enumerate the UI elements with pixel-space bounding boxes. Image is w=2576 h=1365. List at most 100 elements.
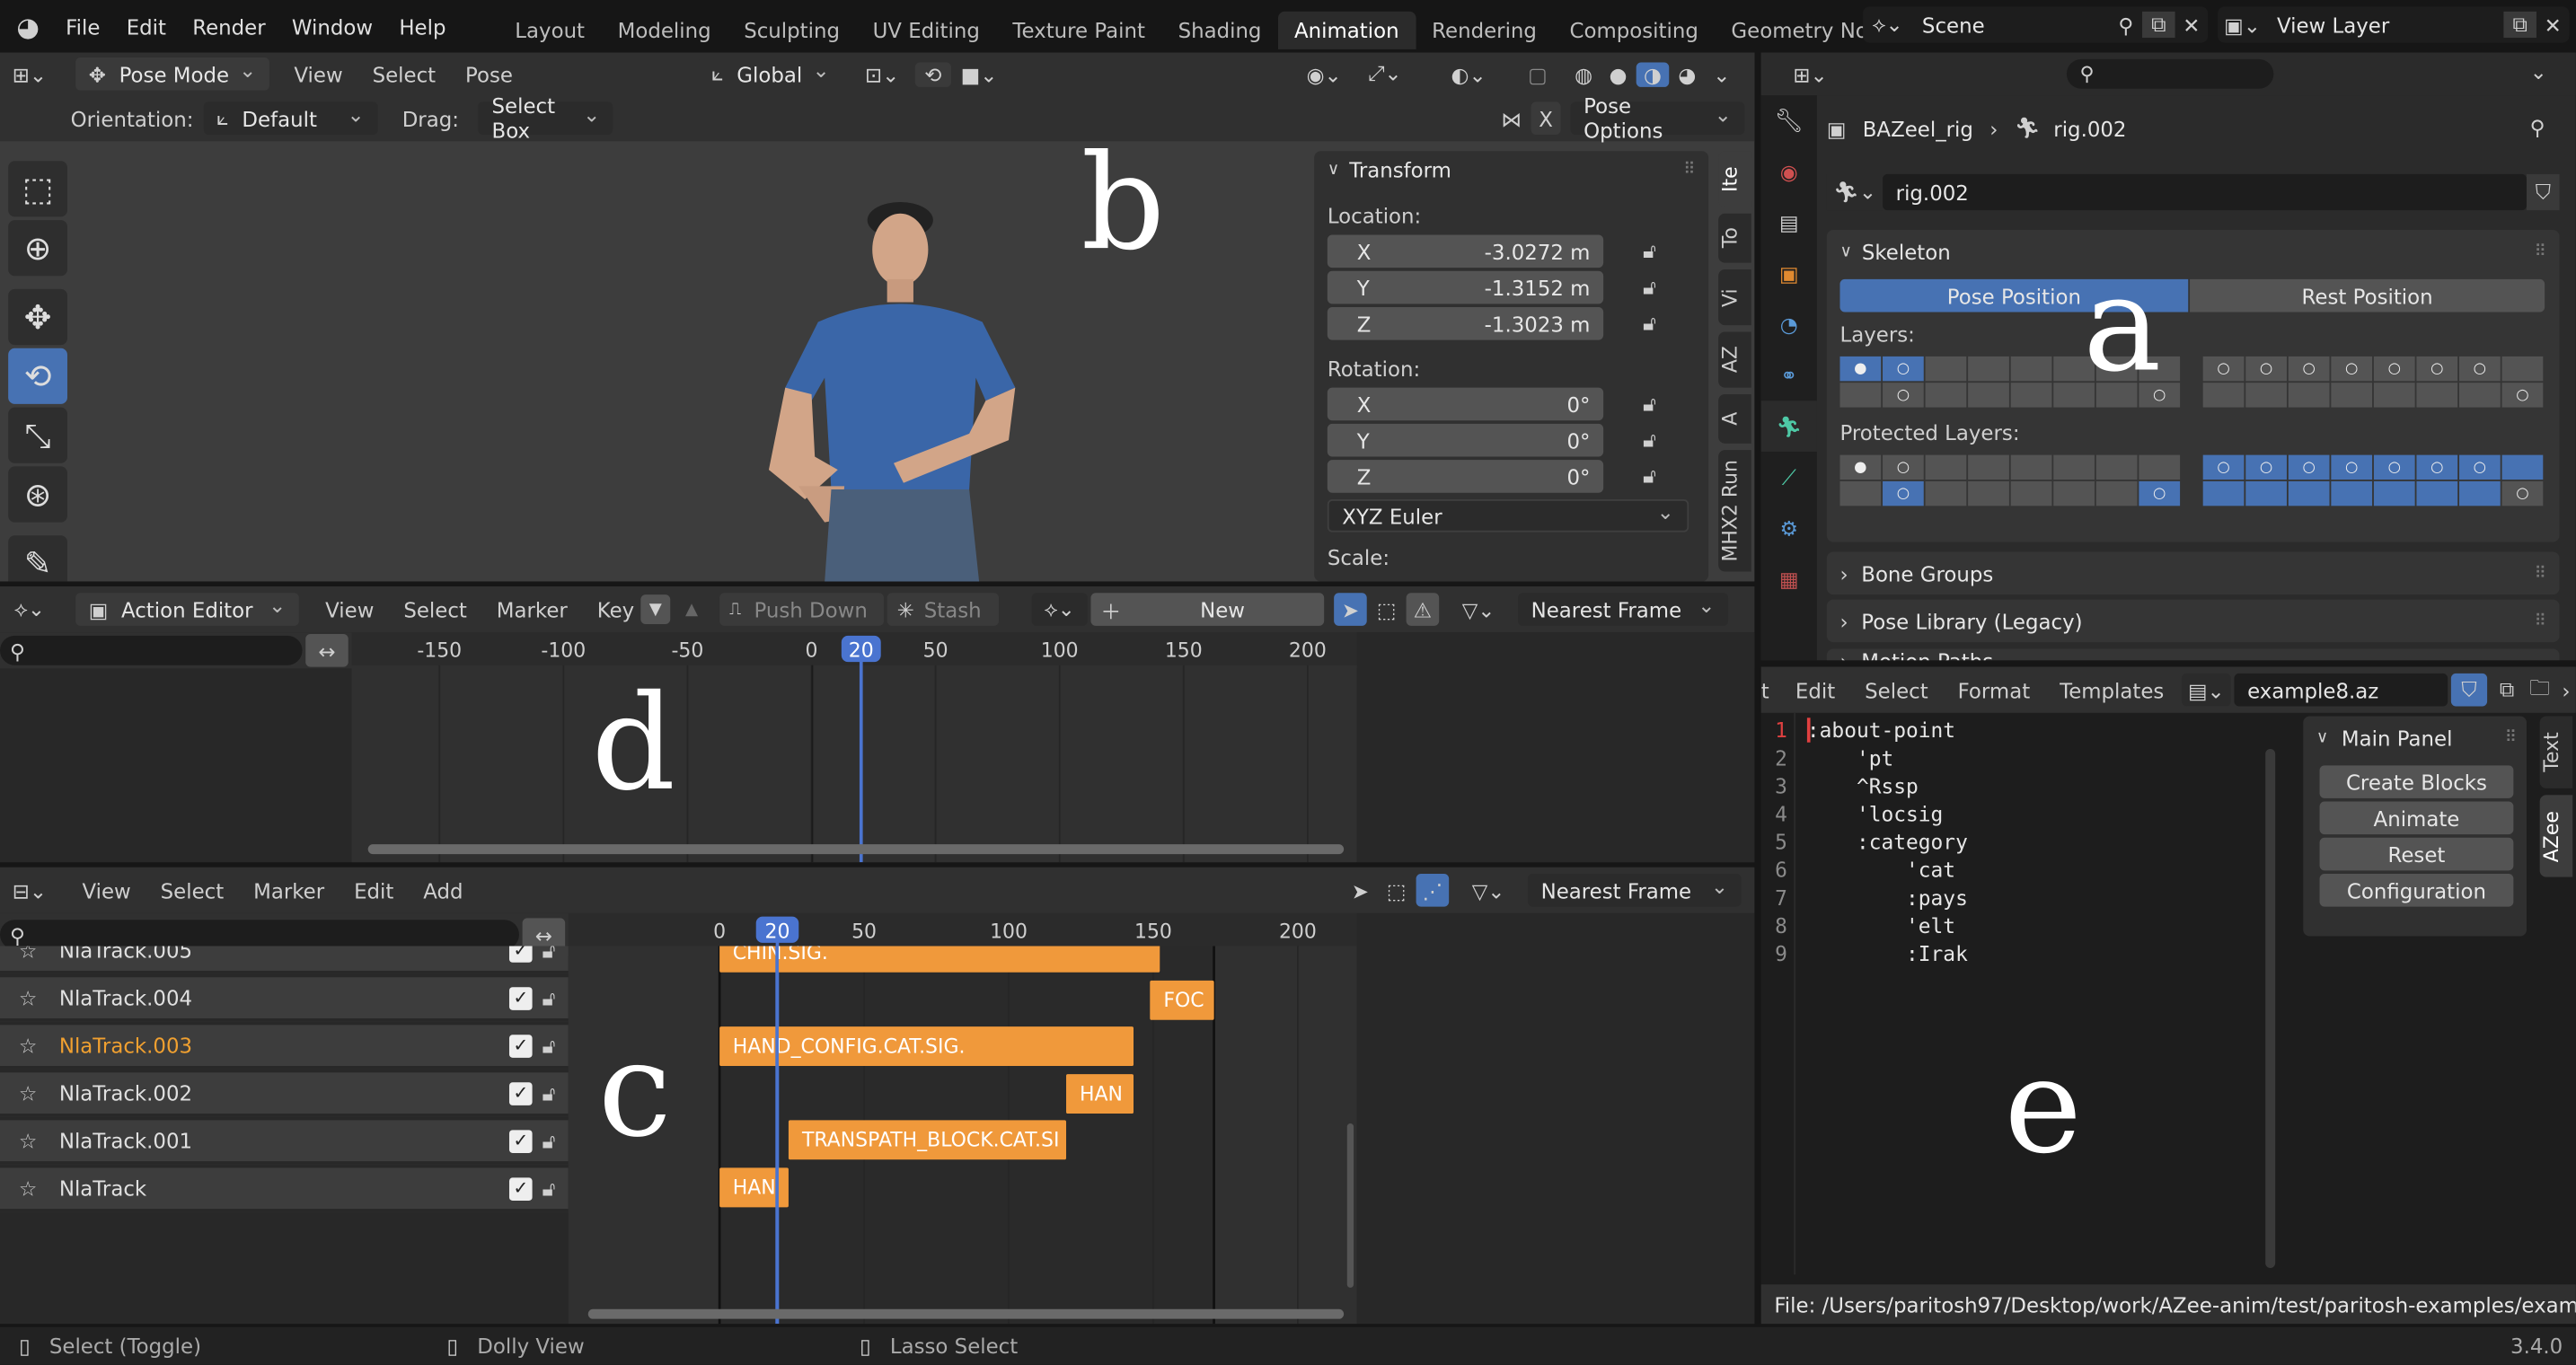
swap-icon[interactable]: ↔ [305, 633, 348, 667]
pose-options-dropdown[interactable]: Pose Options [1570, 93, 1745, 143]
texture-tab-icon[interactable]: ▦ [1761, 553, 1817, 604]
menu-text[interactable]: t [1761, 677, 1769, 701]
skeleton-header[interactable]: ∨ Skeleton ⠿ [1827, 230, 2560, 273]
stash-button[interactable]: ✳ Stash [887, 593, 1000, 626]
text-name-field[interactable]: example8.az [2234, 673, 2448, 707]
data-name-field[interactable]: rig.002 [1883, 173, 2527, 211]
nla-track-row[interactable]: ☆ NlaTrack.003 ✓ 🔓︎ [0, 1025, 569, 1070]
drag-handle-icon[interactable]: ⠿ [1683, 160, 1695, 178]
move-tool[interactable]: ✥ [8, 288, 67, 346]
select-tool-icon[interactable]: ➤ [1334, 593, 1367, 626]
tab-uv-editing[interactable]: UV Editing [856, 12, 996, 49]
duplicate-icon[interactable]: ⧉ [2503, 11, 2536, 39]
box-select-icon[interactable]: ⬚ [1370, 593, 1403, 626]
layers-block-right[interactable]: ○ ○ ○ ○ ○ ○ ○ ○ [2202, 356, 2544, 408]
transform-orientation-dropdown[interactable]: ⟀ Global [698, 57, 843, 91]
visibility-icon[interactable]: ◉⌄ [1298, 62, 1351, 86]
menu-add[interactable]: Add [423, 878, 463, 903]
checkbox-icon[interactable]: ✓ [508, 1176, 533, 1201]
xray-icon[interactable]: ▢ [1522, 62, 1555, 86]
bone-groups-panel[interactable]: › Bone Groups ⠿ [1826, 551, 2560, 595]
scene-name[interactable]: Scene [1922, 13, 1985, 37]
nla-track-row[interactable]: ☆ NlaTrack.001 ✓ 🔓︎ [0, 1120, 569, 1165]
checkbox-icon[interactable]: ✓ [508, 1081, 533, 1105]
nla-timeline[interactable]: 0 50 100 150 200 20 CHIN.SIG. FOC HAND_CONFIG.C… [568, 912, 1357, 1325]
nla-strip[interactable]: CHIN.SIG. [719, 946, 1160, 973]
editor-type-icon[interactable]: ⊞⌄ [0, 62, 59, 86]
drag-handle-icon[interactable]: ⠿ [2535, 242, 2546, 260]
text-scrollbar[interactable] [2265, 749, 2276, 1268]
lock-icon[interactable]: 🔓︎ [533, 984, 566, 1010]
tool-tab-icon[interactable]: 🔧︎ [1761, 95, 1817, 146]
close-icon[interactable]: ✕ [2536, 13, 2570, 37]
drag-handle-icon[interactable]: ⠿ [2535, 564, 2546, 582]
options-chevron-icon[interactable]: ⌄ [2530, 59, 2547, 84]
lock-icon[interactable]: 🔓︎ [533, 1033, 566, 1059]
close-icon[interactable]: ✕ [2175, 13, 2209, 37]
code-line[interactable]: ^Rssp [1807, 772, 2267, 800]
create-blocks-button[interactable]: Create Blocks [2319, 765, 2514, 798]
filter-icon[interactable]: ▽⌄ [1462, 878, 1515, 903]
animate-button[interactable]: Animate [2319, 801, 2514, 835]
transform-tool[interactable]: ⊛ [8, 466, 67, 523]
viewport-area[interactable]: ⊞⌄ ✥ Pose Mode View Select Pose ⟀ Global… [0, 52, 1755, 582]
breadcrumb-data[interactable]: rig.002 [2053, 116, 2126, 140]
editor-mode-dropdown[interactable]: ▣ Action Editor [75, 593, 299, 626]
track-search-input[interactable]: ⚲ [0, 920, 519, 950]
select-tool-icon[interactable]: ➤ [1344, 874, 1377, 907]
lock-icon[interactable]: 🔓︎ [533, 1080, 566, 1106]
drag-dropdown[interactable]: Select Box [478, 93, 613, 143]
pivot-icon[interactable]: ⊡⌄ [858, 62, 907, 86]
lock-icon[interactable]: 🔓︎ [1643, 391, 1656, 417]
constraints-tab-icon[interactable]: ⚭ [1761, 350, 1817, 401]
menu-format[interactable]: Format [1958, 677, 2031, 701]
sidebar-tab-view[interactable]: Vi [1718, 269, 1751, 326]
action-browse-icon[interactable]: ⟡⌄ [1031, 593, 1088, 626]
include-missing-icon[interactable]: ⋰ [1416, 874, 1450, 907]
drag-handle-icon[interactable]: ⠿ [2535, 612, 2546, 630]
star-icon[interactable]: ☆ [13, 1080, 43, 1105]
protected-block-right[interactable]: ○ ○ ○ ○ ○ ○ ○ ○ [2202, 454, 2544, 506]
lock-icon[interactable]: 🔓︎ [533, 947, 566, 964]
x-mirror-toggle[interactable]: X [1531, 101, 1561, 135]
action-scrollbar[interactable] [367, 844, 1345, 855]
channel-search-input[interactable]: ⚲ [0, 635, 303, 665]
more-icon[interactable]: › [2556, 674, 2576, 707]
sidebar-tab-a[interactable]: A [1718, 393, 1751, 444]
code-line[interactable]: :Irak [1807, 939, 2267, 967]
sidebar-tab-mhx2[interactable]: MHX2 Run [1718, 450, 1751, 572]
snap-dropdown[interactable]: Nearest Frame [1517, 593, 1729, 626]
fake-user-shield-icon[interactable]: ⛉ [2450, 673, 2488, 707]
motion-paths-panel[interactable]: › Motion Paths [1826, 648, 2560, 661]
configuration-button[interactable]: Configuration [2319, 874, 2514, 907]
protected-block-left[interactable]: ● ○ ○ ○ [1839, 454, 2181, 506]
layer-toggle[interactable]: ○ [1883, 383, 1924, 408]
checkbox-icon[interactable]: ✓ [508, 1129, 533, 1153]
bone-constraint-tab-icon[interactable]: ⚙ [1761, 503, 1817, 554]
editor-type-icon[interactable]: ⟡⌄ [0, 596, 59, 622]
code-line[interactable]: 'cat [1807, 856, 2267, 884]
action-timeline-svg[interactable]: -150 -100 -50 0 50 100 150 200 20 [351, 632, 1357, 863]
sidebar-tab-item[interactable]: Ite [1718, 151, 1751, 207]
checkbox-icon[interactable]: ✓ [508, 986, 533, 1009]
cursor-tool[interactable]: ⊕ [8, 220, 67, 277]
lock-icon[interactable]: 🔓︎ [1643, 427, 1656, 454]
new-action-button[interactable]: ＋ New [1090, 593, 1325, 626]
tab-animation[interactable]: Animation [1277, 11, 1416, 49]
code-line[interactable]: 'elt [1807, 911, 2267, 939]
layer-down-icon[interactable]: ▼ [640, 594, 671, 625]
star-icon[interactable]: ☆ [13, 985, 43, 1009]
character-model[interactable] [739, 194, 1052, 582]
shading-options-icon[interactable]: ⌄ [1708, 62, 1734, 86]
mode-dropdown[interactable]: ✥ Pose Mode [75, 57, 269, 91]
view-layer-name[interactable]: View Layer [2277, 13, 2389, 37]
nla-strip[interactable]: TRANSPATH_BLOCK.CAT.SI [789, 1120, 1067, 1160]
view-layer-selector[interactable]: ▣⌄ View Layer ⧉ ✕ [2218, 6, 2570, 43]
lock-icon[interactable]: 🔓︎ [1643, 238, 1656, 264]
mirror-icon[interactable]: ⋈ [1495, 106, 1528, 130]
physics-tab-icon[interactable]: ◔ [1761, 299, 1817, 350]
code-line[interactable]: 'locsig [1807, 800, 2267, 828]
main-panel-header[interactable]: ∨ Main Panel ⠿ [2303, 716, 2527, 759]
menu-edit[interactable]: Edit [113, 14, 180, 39]
action-timeline[interactable]: -150 -100 -50 0 50 100 150 200 20 [351, 632, 1357, 863]
